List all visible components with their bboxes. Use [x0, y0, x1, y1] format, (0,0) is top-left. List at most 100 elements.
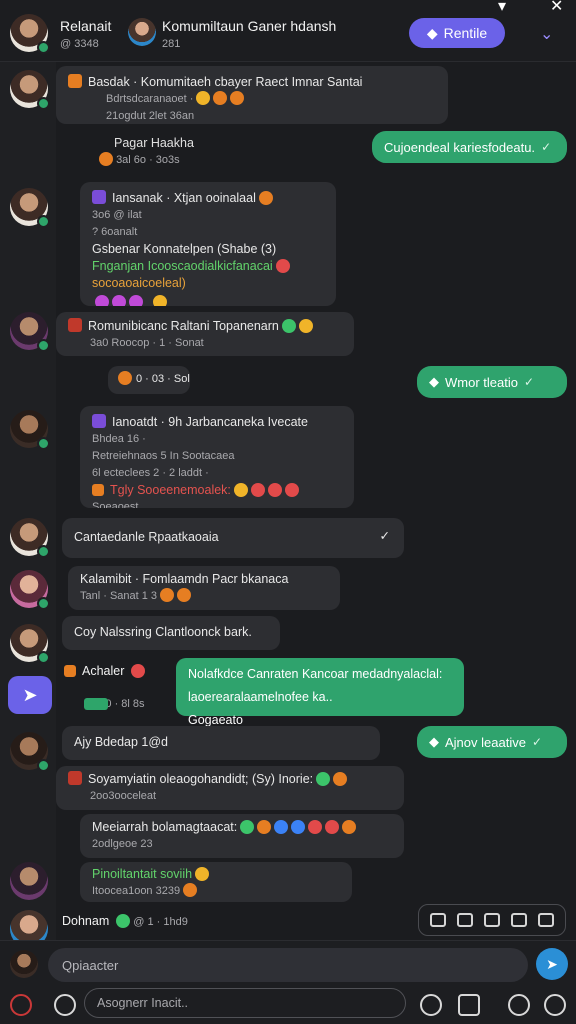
mini-toolbar — [418, 904, 566, 936]
composer-placeholder: Qpiaacter — [62, 957, 119, 973]
image-icon[interactable] — [430, 913, 447, 927]
message-sub: Tanl · Sanat 1 3 — [80, 590, 158, 602]
tag-icon: ◆ — [426, 24, 438, 41]
outgoing-text: Cujoendeal kariesfodeatu. — [384, 139, 536, 155]
online-icon — [37, 215, 50, 228]
avatar[interactable] — [10, 570, 50, 610]
app-icon — [92, 414, 106, 428]
group-name: Komumiltaun Ganer hdansh — [162, 18, 337, 34]
message-title: Cantaedanle Rpaatkaoaia — [74, 530, 219, 544]
chevron-down-icon[interactable]: ⌄ — [540, 24, 553, 44]
message-line: Fnganjan Icooscaodialkicfanacai — [92, 259, 273, 273]
search-placeholder: Asognerr Inacit.. — [97, 996, 189, 1010]
check-icon: ✓ — [541, 140, 552, 154]
message-title: Ianoatdt · 9h Jarbancaneka Ivecate — [112, 415, 308, 429]
message-sub: 2odlgeoe 23 — [92, 838, 153, 850]
outgoing-message[interactable]: Cujoendeal kariesfodeatu. ✓ — [372, 131, 567, 163]
online-icon — [37, 759, 50, 772]
avatar[interactable] — [10, 518, 50, 558]
avatar[interactable] — [10, 862, 48, 900]
group-sub: 281 — [162, 38, 181, 50]
message-line: Bdrtsdcaranaoet · — [106, 93, 194, 105]
outgoing-text: Wmor tleatio — [445, 374, 518, 390]
online-icon — [37, 339, 50, 352]
rentile-label: Rentile — [443, 25, 488, 41]
message-input[interactable]: Qpiaacter — [48, 948, 528, 982]
chart-icon[interactable] — [458, 994, 480, 1016]
message-title: Pinoiltantait soviih — [92, 867, 193, 881]
check-icon: ✓ — [531, 735, 543, 749]
reply-sub: 3al 6o · 3o3s — [96, 152, 180, 166]
location-icon[interactable] — [420, 994, 442, 1016]
close-icon[interactable]: ✕ — [550, 0, 563, 16]
online-icon — [37, 545, 50, 558]
message-bubble[interactable]: Kalamibit · Fomlaamdn Pacr bkanaca Tanl … — [68, 566, 340, 610]
rentile-button[interactable]: ◆ Rentile — [409, 18, 505, 48]
message-bubble[interactable]: Cantaedanle Rpaatkaoaia ✓ — [62, 518, 404, 558]
message-bubble[interactable]: Iansanak · Xtjan ooinalaal 3o6 @ ilat ? … — [80, 182, 336, 306]
message-bubble[interactable]: Soyamyiatin oleaogohandidt; (Sy) Inorie:… — [56, 766, 404, 810]
code-icon[interactable] — [510, 913, 527, 927]
message-title: Romunibicanc Raltani Topanenarn — [88, 319, 279, 333]
app-icon — [92, 190, 106, 204]
file-icon[interactable] — [483, 913, 500, 927]
message-sub: 2oo3ooceleat — [90, 790, 157, 802]
message-sub: Itoocea1oon 3239 — [92, 885, 181, 897]
message-line: socoaoaicoeleal) — [92, 276, 186, 290]
compose-button[interactable]: ➤ — [8, 676, 52, 714]
search-icon[interactable] — [54, 994, 76, 1016]
outgoing-message[interactable]: ◆ Wmor tleatio ✓ — [417, 366, 567, 398]
message-title: Soyamyiatin oleaogohandidt; (Sy) Inorie: — [88, 772, 314, 786]
message-bubble[interactable]: Ajy Bdedap 1@d — [62, 726, 380, 760]
message-line: Tgly Sooeenemoalek: — [110, 483, 231, 497]
outgoing-block[interactable]: Nolafkdce Canraten Kancoar medadnyalacla… — [176, 658, 464, 727]
message-line: ? 6oanalt — [92, 226, 138, 238]
message-bubble[interactable]: Ianoatdt · 9h Jarbancaneka Ivecate Bhdea… — [80, 406, 354, 508]
message-bubble[interactable]: Pinoiltantait soviih Itoocea1oon 3239 — [80, 862, 352, 902]
attach-icon[interactable] — [457, 913, 474, 927]
online-icon — [37, 97, 50, 110]
online-icon — [37, 597, 50, 610]
top-bar: ▾ ✕ Relanait @ 3348 Komumiltaun Ganer hd… — [0, 0, 576, 62]
check-icon: ✓ — [523, 375, 535, 389]
avatar[interactable] — [10, 410, 50, 450]
message-line: 21ogdut 2let 36an — [106, 110, 195, 122]
outgoing-text: Ajnov leaative — [445, 734, 526, 750]
clock-icon[interactable] — [508, 994, 530, 1016]
outgoing-message[interactable]: ◆ Ajnov leaative ✓ — [417, 726, 567, 758]
message-line: 3o6 @ ilat — [92, 209, 142, 221]
online-icon — [37, 437, 50, 450]
message-title: Basdak · Komumitaeh cbayer Raect Imnar S… — [88, 75, 363, 89]
message-bubble[interactable]: Coy Nalssring Clantloonck bark. — [62, 616, 280, 650]
online-icon — [37, 41, 50, 54]
avatar[interactable] — [10, 70, 50, 110]
avatar[interactable] — [10, 188, 50, 228]
message-title: Coy Nalssring Clantloonck bark. — [74, 625, 252, 639]
send-button[interactable]: ➤ — [536, 948, 568, 980]
outgoing-text: laoerearalaamelnofee ka.. — [188, 690, 333, 704]
record-icon[interactable] — [10, 994, 32, 1016]
settings-icon[interactable] — [544, 994, 566, 1016]
contact-name: Relanait — [60, 18, 112, 34]
tag-icon: ◆ — [429, 374, 439, 389]
message-line: 6l ecteclees 2 · 2 laddt · — [92, 467, 209, 479]
outgoing-text: Nolafkdce Canraten Kancoar medadnyalacla… — [188, 667, 443, 681]
search-input[interactable]: Asognerr Inacit.. — [84, 988, 406, 1018]
message-line: Bhdea 16 · — [92, 433, 146, 445]
reply-icon — [99, 152, 113, 166]
message-line: Gsbenar Konnatelpen (Shabe (3) — [92, 242, 277, 256]
avatar[interactable] — [10, 312, 50, 352]
caption-icon[interactable] — [537, 913, 554, 927]
avatar[interactable] — [10, 624, 50, 664]
group-avatar[interactable] — [128, 18, 156, 46]
message-bubble[interactable]: Basdak · Komumitaeh cbayer Raect Imnar S… — [56, 66, 448, 124]
user-avatar[interactable] — [10, 950, 38, 978]
avatar[interactable] — [10, 14, 50, 54]
message-bubble[interactable]: Romunibicanc Raltani Topanenarn 3a0 Rooc… — [56, 312, 354, 356]
app-icon — [68, 74, 82, 88]
tag-icon: ◆ — [429, 734, 439, 749]
message-bubble[interactable]: Meeiarrah bolamagtaacat: 2odlgeoe 23 — [80, 814, 404, 858]
left-rail — [0, 0, 56, 940]
minimize-icon[interactable]: ▾ — [498, 0, 506, 16]
avatar[interactable] — [10, 732, 50, 772]
